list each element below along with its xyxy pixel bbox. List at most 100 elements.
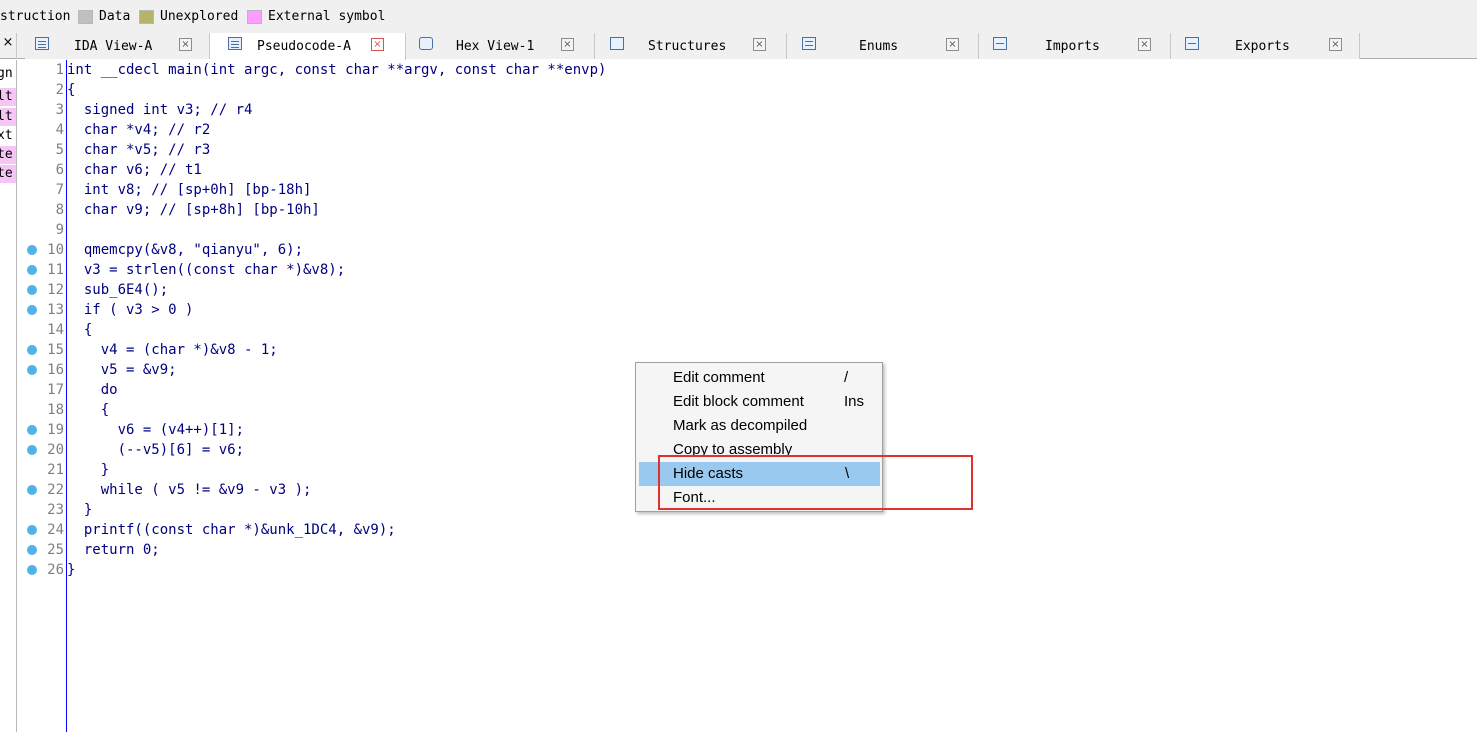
code-line[interactable]: 22 while ( v5 != &v9 - v3 ); (17, 480, 717, 500)
disassembly-icon (35, 37, 49, 50)
tab-label: IDA View-A (74, 39, 153, 54)
code-line[interactable]: 25 return 0; (17, 540, 717, 560)
line-number: 13 (47, 302, 64, 318)
breakpoint-dot-icon[interactable] (27, 305, 37, 315)
code-line[interactable]: 3 signed int v3; // r4 (17, 100, 717, 120)
code-line[interactable]: 16 v5 = &v9; (17, 360, 717, 380)
tab-ida-view-a[interactable]: IDA View-A × (25, 33, 210, 59)
line-number: 4 (55, 122, 64, 138)
menu-item-label: Edit comment (673, 369, 765, 386)
breakpoint-dot-icon[interactable] (27, 525, 37, 535)
menu-item-hide-casts[interactable]: Hide casts \ (639, 462, 880, 486)
code-line[interactable]: 1 int __cdecl main(int argc, const char *… (17, 60, 717, 80)
legend-instruction-label: struction (0, 9, 71, 24)
code-line[interactable]: 10 qmemcpy(&v8, "qianyu", 6); (17, 240, 717, 260)
tab-hex-view-1[interactable]: Hex View-1 × (406, 33, 595, 59)
function-list-item[interactable]: gn (0, 65, 16, 83)
function-list-item[interactable]: lt (0, 88, 16, 106)
breakpoint-dot-icon[interactable] (27, 365, 37, 375)
code-line[interactable]: 6 char v6; // t1 (17, 160, 717, 180)
line-number: 11 (47, 262, 64, 278)
code-line[interactable]: 17 do (17, 380, 717, 400)
code-line[interactable]: 7 int v8; // [sp+0h] [bp-18h] (17, 180, 717, 200)
exports-icon (1185, 37, 1199, 50)
code-line[interactable]: 18 { (17, 400, 717, 420)
code-line[interactable]: 11 v3 = strlen((const char *)&v8); (17, 260, 717, 280)
tab-exports[interactable]: Exports × (1171, 33, 1360, 59)
code-text: if ( v3 > 0 ) (67, 302, 194, 318)
code-text: } (67, 562, 76, 578)
line-number: 25 (47, 542, 64, 558)
tab-close-icon[interactable]: × (179, 38, 192, 51)
function-list-item[interactable]: te (0, 165, 16, 183)
tab-close-icon[interactable]: × (753, 38, 766, 51)
breakpoint-dot-icon[interactable] (27, 485, 37, 495)
tab-structures[interactable]: Structures × (595, 33, 787, 59)
function-list-item[interactable]: te (0, 146, 16, 164)
code-line[interactable]: 12 sub_6E4(); (17, 280, 717, 300)
code-line[interactable]: 14 { (17, 320, 717, 340)
breakpoint-dot-icon[interactable] (27, 245, 37, 255)
code-line[interactable]: 19 v6 = (v4++)[1]; (17, 420, 717, 440)
tab-label: Imports (1045, 39, 1100, 54)
code-text: return 0; (67, 542, 160, 558)
line-number: 1 (55, 62, 64, 78)
line-number: 20 (47, 442, 64, 458)
breakpoint-dot-icon[interactable] (27, 285, 37, 295)
code-line[interactable]: 5 char *v5; // r3 (17, 140, 717, 160)
menu-item-edit-block-comment[interactable]: Edit block comment Ins (639, 390, 880, 414)
tab-close-icon[interactable]: × (1329, 38, 1342, 51)
breakpoint-dot-icon[interactable] (27, 445, 37, 455)
code-line[interactable]: 4 char *v4; // r2 (17, 120, 717, 140)
line-number: 9 (55, 222, 64, 238)
tab-close-icon[interactable]: × (561, 38, 574, 51)
code-line[interactable]: 21 } (17, 460, 717, 480)
menu-item-shortcut: \ (845, 465, 850, 482)
tab-close-icon[interactable]: × (371, 38, 384, 51)
legend-unexplored-label: Unexplored (160, 9, 239, 24)
imports-icon (993, 37, 1007, 50)
line-number: 18 (47, 402, 64, 418)
functions-pane: gn lt lt xt te te (0, 60, 17, 732)
menu-item-mark-as-decompiled[interactable]: Mark as decompiled (639, 414, 880, 438)
function-list-item[interactable]: lt (0, 108, 16, 126)
code-line[interactable]: 24 printf((const char *)&unk_1DC4, &v9); (17, 520, 717, 540)
breakpoint-dot-icon[interactable] (27, 565, 37, 575)
menu-item-font[interactable]: Font... (639, 486, 880, 510)
line-number: 15 (47, 342, 64, 358)
tab-pseudocode-a[interactable]: Pseudocode-A × (210, 33, 406, 60)
code-line[interactable]: 2{ (17, 80, 717, 100)
tab-bar: × IDA View-A × Pseudocode-A × Hex View-1… (0, 33, 1477, 60)
breakpoint-dot-icon[interactable] (27, 265, 37, 275)
breakpoint-dot-icon[interactable] (27, 545, 37, 555)
line-number: 23 (47, 502, 64, 518)
code-line[interactable]: 8 char v9; // [sp+8h] [bp-10h] (17, 200, 717, 220)
close-icon[interactable]: × (0, 33, 17, 59)
code-line[interactable]: 9 (17, 220, 717, 240)
tab-close-icon[interactable]: × (946, 38, 959, 51)
tab-enums[interactable]: Enums × (787, 33, 979, 59)
function-list-item[interactable]: xt (0, 127, 16, 145)
breakpoint-dot-icon[interactable] (27, 425, 37, 435)
line-number: 14 (47, 322, 64, 338)
line-number: 12 (47, 282, 64, 298)
code-line[interactable]: 26} (17, 560, 717, 580)
menu-item-copy-to-assembly[interactable]: Copy to assembly (639, 438, 880, 462)
code-line[interactable]: 15 v4 = (char *)&v8 - 1; (17, 340, 717, 360)
breakpoint-dot-icon[interactable] (27, 345, 37, 355)
code-text: (--v5)[6] = v6; (67, 442, 245, 458)
menu-item-edit-comment[interactable]: Edit comment / (639, 366, 880, 390)
code-text: qmemcpy(&v8, "qianyu", 6); (67, 242, 304, 258)
code-line[interactable]: 23 } (17, 500, 717, 520)
tab-imports[interactable]: Imports × (979, 33, 1171, 59)
line-number: 19 (47, 422, 64, 438)
line-number: 5 (55, 142, 64, 158)
code-line[interactable]: 20 (--v5)[6] = v6; (17, 440, 717, 460)
line-number: 17 (47, 382, 64, 398)
code-text: v3 = strlen((const char *)&v8); (67, 262, 346, 278)
code-line[interactable]: 13 if ( v3 > 0 ) (17, 300, 717, 320)
legend-external-label: External symbol (268, 9, 386, 24)
code-text: char v6; // t1 (67, 162, 202, 178)
tab-close-icon[interactable]: × (1138, 38, 1151, 51)
code-text: do (67, 382, 118, 398)
